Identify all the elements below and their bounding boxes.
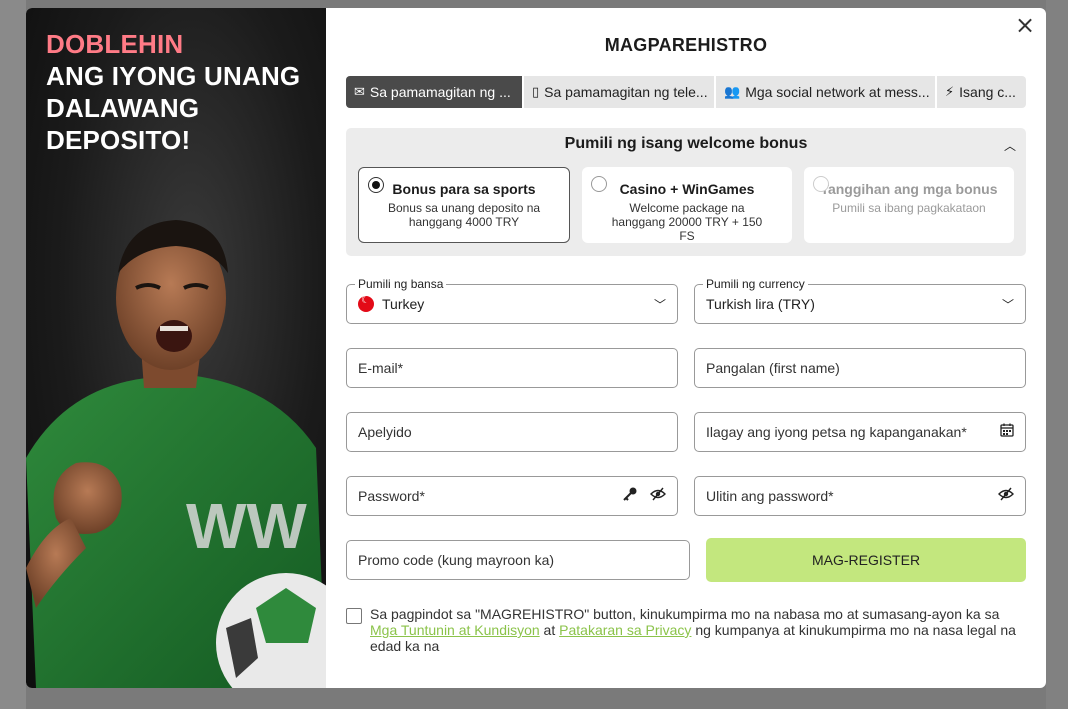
bonus-option-casino[interactable]: Casino + WinGames Welcome package na han…	[582, 167, 792, 243]
password-field[interactable]	[358, 488, 610, 504]
bonus-option-description: Bonus sa unang deposito na hanggang 4000…	[387, 201, 541, 229]
row-passwords	[346, 476, 1026, 516]
repeat-password-field-wrapper	[694, 476, 1026, 516]
registration-modal: DOBLEHIN ANG IYONG UNANG DALAWANG DEPOSI…	[26, 8, 1046, 688]
terms-checkbox[interactable]	[346, 608, 362, 624]
bonus-option-decline[interactable]: Tanggihan ang mga bonus Pumili sa ibang …	[804, 167, 1014, 243]
eye-off-icon[interactable]	[998, 487, 1014, 505]
bonus-option-description: Welcome package na hanggang 20000 TRY + …	[611, 201, 763, 243]
country-select[interactable]: Pumili ng bansa Turkey ﹀	[346, 277, 678, 324]
mail-icon: ✉	[354, 84, 365, 100]
svg-text:WW: WW	[186, 490, 307, 562]
tab-one-click-label: Isang c...	[959, 84, 1016, 100]
close-icon[interactable]: ×	[1012, 12, 1038, 38]
promo-code-field-wrapper	[346, 540, 690, 580]
users-icon: 👥	[724, 84, 741, 100]
tab-email[interactable]: ✉ Sa pamamagitan ng ...	[346, 76, 524, 108]
bonus-option-title: Bonus para sa sports	[392, 181, 536, 197]
bonus-option-sports[interactable]: Bonus para sa sports Bonus sa unang depo…	[358, 167, 570, 243]
country-value: Turkey	[382, 296, 425, 312]
email-field-wrapper	[346, 348, 678, 388]
row-promo-register: MAG-REGISTER	[346, 538, 1026, 582]
currency-select[interactable]: Pumili ng currency Turkish lira (TRY) ﹀	[694, 277, 1026, 324]
email-field[interactable]	[358, 360, 666, 376]
tab-email-label: Sa pamamagitan ng ...	[369, 84, 511, 100]
football-player-illustration: WW	[26, 220, 326, 688]
first-name-field[interactable]	[706, 360, 1014, 376]
phone-icon: ▯	[532, 84, 540, 100]
currency-label: Pumili ng currency	[703, 277, 808, 291]
first-name-field-wrapper	[694, 348, 1026, 388]
tab-social[interactable]: 👥 Mga social network at mess...	[716, 76, 937, 108]
chevron-down-icon: ﹀	[653, 297, 666, 312]
radio-decline-bonus[interactable]	[813, 176, 829, 192]
bonus-option-title: Casino + WinGames	[619, 181, 755, 197]
currency-value: Turkish lira (TRY)	[706, 296, 815, 312]
row-email-name	[346, 348, 1026, 388]
terms-and-conditions-link[interactable]: Mga Tuntunin at Kundisyon	[370, 622, 540, 638]
welcome-bonus-heading: Pumili ng isang welcome bonus	[564, 135, 808, 152]
tab-phone-label: Sa pamamagitan ng tele...	[544, 84, 708, 100]
chevron-up-icon[interactable]: ︿	[1004, 137, 1016, 154]
tab-one-click[interactable]: ⚡ Isang c...	[937, 76, 1026, 108]
promo-code-field[interactable]	[358, 552, 678, 568]
registration-form: × MAGPAREHISTRO ✉ Sa pamamagitan ng ... …	[326, 8, 1046, 688]
repeat-password-field[interactable]	[706, 488, 986, 504]
row-country-currency: Pumili ng bansa Turkey ﹀ Pumili ng curre…	[346, 277, 1026, 324]
terms-text-middle: at	[539, 622, 560, 638]
modal-title: MAGPAREHISTRO	[604, 35, 768, 55]
last-name-field-wrapper	[346, 412, 678, 452]
register-button[interactable]: MAG-REGISTER	[706, 538, 1026, 582]
dimmed-sidebar	[0, 0, 26, 709]
promo-headline-text: ANG IYONG UNANG DALAWANG DEPOSITO!	[46, 61, 301, 155]
last-name-field[interactable]	[358, 424, 666, 440]
chevron-down-icon: ﹀	[1001, 297, 1014, 312]
tab-social-label: Mga social network at mess...	[745, 84, 930, 100]
row-lastname-birthdate	[346, 412, 1026, 452]
turkey-flag-icon	[358, 295, 374, 312]
password-field-wrapper	[346, 476, 678, 516]
promo-headline-accent: DOBLEHIN	[46, 29, 184, 59]
birthdate-field-wrapper	[694, 412, 1026, 452]
key-icon[interactable]	[622, 486, 638, 506]
calendar-icon[interactable]	[1000, 423, 1014, 441]
promo-panel: DOBLEHIN ANG IYONG UNANG DALAWANG DEPOSI…	[26, 8, 326, 688]
terms-agreement: Sa pagpindot sa "MAGREHISTRO" button, ki…	[346, 606, 1026, 654]
birthdate-field[interactable]	[706, 424, 988, 440]
terms-text: Sa pagpindot sa "MAGREHISTRO" button, ki…	[370, 606, 1026, 654]
privacy-policy-link[interactable]: Patakaran sa Privacy	[559, 622, 691, 638]
country-label: Pumili ng bansa	[355, 277, 447, 291]
radio-sports-bonus[interactable]	[368, 177, 384, 193]
registration-method-tabs: ✉ Sa pamamagitan ng ... ▯ Sa pamamagitan…	[346, 76, 1026, 108]
welcome-bonus-section: Pumili ng isang welcome bonus ︿ Bonus pa…	[346, 128, 1026, 256]
bonus-options: Bonus para sa sports Bonus sa unang depo…	[346, 167, 1026, 243]
bonus-option-title: Tanggihan ang mga bonus	[820, 181, 998, 197]
bonus-option-description: Pumili sa ibang pagkakataon	[832, 201, 986, 215]
lightning-icon: ⚡	[945, 84, 955, 100]
dimmed-right-edge	[1046, 0, 1068, 709]
radio-casino-bonus[interactable]	[591, 176, 607, 192]
eye-off-icon[interactable]	[650, 487, 666, 505]
promo-headline: DOBLEHIN ANG IYONG UNANG DALAWANG DEPOSI…	[46, 28, 316, 156]
terms-text-before: Sa pagpindot sa "MAGREHISTRO" button, ki…	[370, 606, 1000, 622]
tab-phone[interactable]: ▯ Sa pamamagitan ng tele...	[524, 76, 716, 108]
